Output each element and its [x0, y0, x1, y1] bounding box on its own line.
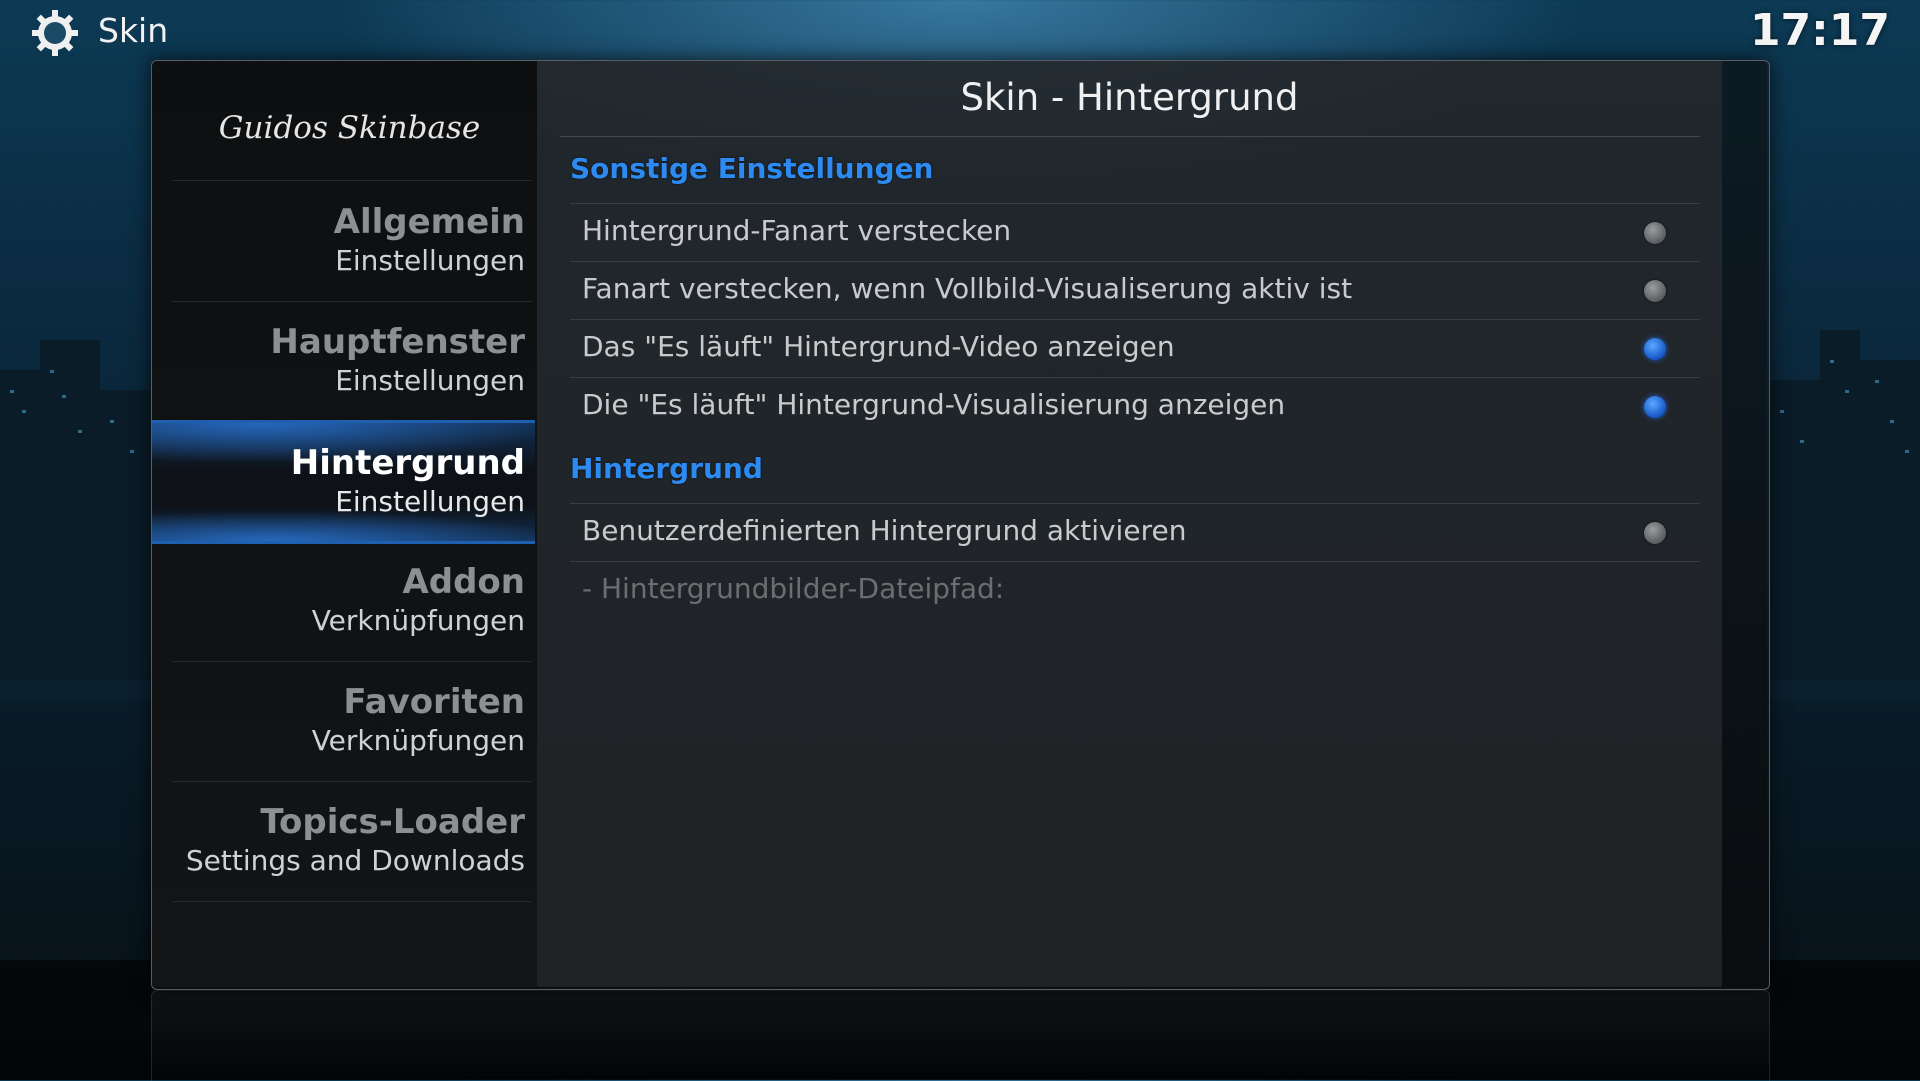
sidebar-item-title: Hauptfenster — [270, 322, 525, 362]
sidebar-item-title: Allgemein — [333, 202, 525, 242]
toggle-radio-icon[interactable] — [1644, 280, 1666, 302]
toggle-radio-icon[interactable] — [1644, 222, 1666, 244]
sidebar-item-title: Favoriten — [343, 682, 525, 722]
sidebar-item-hauptfenster[interactable]: Hauptfenster Einstellungen — [165, 302, 525, 420]
sidebar-item-subtitle: Verknüpfungen — [311, 724, 525, 757]
section-heading-sonstige: Sonstige Einstellungen — [570, 152, 934, 185]
setting-row-hide-fanart-visualisation[interactable]: Fanart verstecken, wenn Vollbild-Visuali… — [570, 261, 1700, 320]
setting-label: Benutzerdefinierten Hintergrund aktivier… — [582, 514, 1187, 547]
toggle-radio-icon[interactable] — [1644, 522, 1666, 544]
window-title: Skin — [98, 11, 169, 50]
setting-label: Fanart verstecken, wenn Vollbild-Visuali… — [582, 272, 1353, 305]
dialog-reflection — [151, 990, 1770, 1081]
setting-label: - Hintergrundbilder-Dateipfad: — [582, 572, 1005, 605]
setting-row-custom-background[interactable]: Benutzerdefinierten Hintergrund aktivier… — [570, 503, 1700, 562]
right-edge-strip — [1722, 61, 1767, 987]
page-title: Skin - Hintergrund — [960, 76, 1299, 119]
sidebar-divider — [172, 180, 532, 181]
setting-row-background-visualisation[interactable]: Die "Es läuft" Hintergrund-Visualisierun… — [570, 377, 1700, 436]
sidebar-item-hintergrund[interactable]: Hintergrund Einstellungen — [152, 420, 535, 544]
sidebar-item-title: Hintergrund — [290, 443, 525, 483]
sidebar-divider — [172, 901, 532, 902]
sidebar-item-addon[interactable]: Addon Verknüpfungen — [165, 542, 525, 660]
setting-label: Das "Es läuft" Hintergrund-Video anzeige… — [582, 330, 1175, 363]
sidebar-item-favoriten[interactable]: Favoriten Verknüpfungen — [165, 662, 525, 780]
sidebar-item-subtitle: Einstellungen — [335, 485, 525, 518]
sidebar-item-title: Topics-Loader — [260, 802, 525, 842]
setting-row-background-path: - Hintergrundbilder-Dateipfad: — [570, 561, 1700, 620]
section-heading-hintergrund: Hintergrund — [570, 452, 763, 485]
sidebar-item-title: Addon — [402, 562, 525, 602]
toggle-radio-icon[interactable] — [1644, 338, 1666, 360]
sidebar-item-subtitle: Einstellungen — [335, 364, 525, 397]
setting-label: Hintergrund-Fanart verstecken — [582, 214, 1012, 247]
sidebar-item-allgemein[interactable]: Allgemein Einstellungen — [165, 182, 525, 300]
skin-logo: Guidos Skinbase — [218, 110, 481, 146]
setting-label: Die "Es läuft" Hintergrund-Visualisierun… — [582, 388, 1286, 421]
sidebar-item-subtitle: Einstellungen — [335, 244, 525, 277]
title-divider — [560, 136, 1700, 137]
sidebar-item-subtitle: Settings and Downloads — [185, 844, 525, 877]
sidebar-item-topics-loader[interactable]: Topics-Loader Settings and Downloads — [165, 782, 525, 900]
sidebar-item-subtitle: Verknüpfungen — [311, 604, 525, 637]
clock: 17:17 — [1749, 5, 1890, 56]
toggle-radio-icon[interactable] — [1644, 396, 1666, 418]
setting-row-background-video[interactable]: Das "Es läuft" Hintergrund-Video anzeige… — [570, 319, 1700, 378]
gear-icon — [32, 10, 78, 56]
setting-row-hide-fanart[interactable]: Hintergrund-Fanart verstecken — [570, 203, 1700, 262]
